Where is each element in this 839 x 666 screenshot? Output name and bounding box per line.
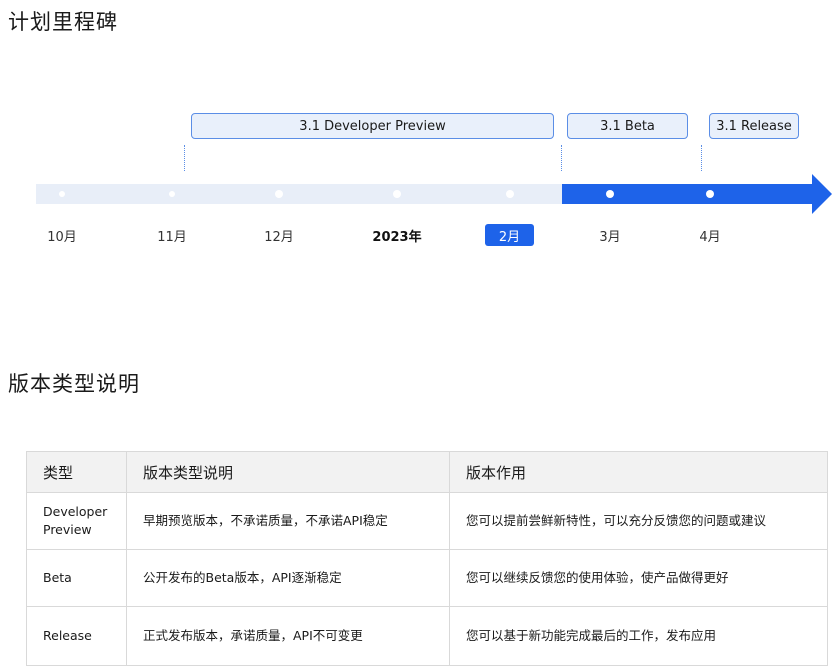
phase-marker-line bbox=[184, 145, 185, 171]
phase-release: 3.1 Release bbox=[709, 113, 799, 139]
timeline-track-past bbox=[36, 184, 562, 204]
column-header-description: 版本类型说明 bbox=[126, 451, 450, 493]
timeline-dot bbox=[169, 191, 175, 197]
timeline-arrow-icon bbox=[812, 174, 832, 214]
table-header-row: 类型 版本类型说明 版本作用 bbox=[26, 451, 828, 493]
version-types-title: 版本类型说明 bbox=[8, 372, 140, 396]
cell-type: Release bbox=[26, 606, 127, 666]
table-row: Beta 公开发布的Beta版本，API逐渐稳定 您可以继续反馈您的使用体验，使… bbox=[26, 549, 828, 607]
phase-marker-line bbox=[701, 145, 702, 171]
column-header-purpose: 版本作用 bbox=[449, 451, 828, 493]
cell-purpose: 您可以提前尝鲜新特性，可以充分反馈您的问题或建议 bbox=[449, 492, 828, 550]
timeline-dot bbox=[59, 191, 65, 197]
table-row: Release 正式发布版本，承诺质量，API不可变更 您可以基于新功能完成最后… bbox=[26, 606, 828, 666]
cell-type: Beta bbox=[26, 549, 127, 607]
timeline-dot bbox=[506, 190, 514, 198]
cell-description: 早期预览版本，不承诺质量，不承诺API稳定 bbox=[126, 492, 450, 550]
timeline-track-future bbox=[562, 184, 815, 204]
timeline-dot bbox=[706, 190, 714, 198]
month-label: 12月 bbox=[264, 229, 294, 245]
month-label: 3月 bbox=[599, 229, 621, 245]
month-label: 4月 bbox=[699, 229, 721, 245]
phase-beta: 3.1 Beta bbox=[567, 113, 688, 139]
current-month-badge: 2月 bbox=[485, 224, 534, 246]
milestones-title: 计划里程碑 bbox=[8, 10, 118, 34]
year-label: 2023年 bbox=[372, 229, 422, 245]
version-types-table: 类型 版本类型说明 版本作用 Developer Preview 早期预览版本，… bbox=[26, 451, 828, 666]
month-label: 11月 bbox=[157, 229, 187, 245]
phase-marker-line bbox=[561, 145, 562, 171]
cell-description: 正式发布版本，承诺质量，API不可变更 bbox=[126, 606, 450, 666]
phase-developer-preview: 3.1 Developer Preview bbox=[191, 113, 554, 139]
cell-purpose: 您可以基于新功能完成最后的工作，发布应用 bbox=[449, 606, 828, 666]
column-header-type: 类型 bbox=[26, 451, 127, 493]
cell-type: Developer Preview bbox=[26, 492, 127, 550]
cell-description: 公开发布的Beta版本，API逐渐稳定 bbox=[126, 549, 450, 607]
timeline-dot bbox=[393, 190, 401, 198]
cell-purpose: 您可以继续反馈您的使用体验，使产品做得更好 bbox=[449, 549, 828, 607]
timeline-dot bbox=[275, 190, 283, 198]
month-label: 10月 bbox=[47, 229, 77, 245]
table-row: Developer Preview 早期预览版本，不承诺质量，不承诺API稳定 … bbox=[26, 492, 828, 550]
timeline-dot bbox=[606, 190, 614, 198]
